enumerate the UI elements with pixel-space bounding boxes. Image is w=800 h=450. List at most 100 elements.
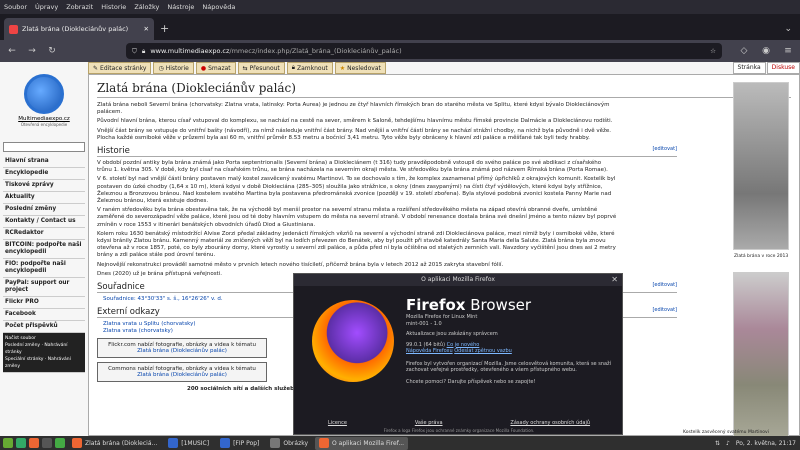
audio-icon — [168, 438, 179, 448]
close-icon[interactable]: ✕ — [611, 274, 618, 286]
commons-link[interactable]: Zlatá brána (Diokleciánův palác) — [101, 372, 263, 378]
hamburger-menu-icon[interactable]: ≡ — [782, 46, 794, 56]
app-menubar: Soubor Úpravy Zobrazit Historie Záložky … — [0, 0, 800, 14]
account-icon[interactable]: ◉ — [760, 46, 772, 56]
network-icon[interactable]: ⇅ — [715, 440, 720, 447]
sidebar-item-press[interactable]: Tiskové zprávy — [3, 180, 85, 192]
lock-icon[interactable]: 🔒︎ — [142, 47, 145, 56]
dialog-body: Firefox Browser Mozilla Firefox for Linu… — [406, 296, 616, 385]
menu-history[interactable]: Historie — [101, 3, 126, 11]
sidebar-item-paypal[interactable]: PayPal: support our project — [3, 278, 85, 297]
show-desktop-icon[interactable] — [16, 438, 26, 448]
menu-edit[interactable]: Úpravy — [35, 3, 58, 11]
tab-strip: Zlatá brána (Diokleciánův palác) ✕ + ⌄ — [0, 14, 800, 40]
page-actions: ✎ Editace stránky ◷ Historie ● Smazat ⇆ Přes… — [88, 62, 800, 74]
intro-paragraph-1: Zlatá brána neboli Severní brána (chorva… — [97, 102, 610, 116]
sidebar-item-flickr[interactable]: Flickr PRO — [3, 297, 85, 309]
commons-box: Commons nabízí fotografie, obrázky a vid… — [97, 362, 267, 383]
about-text: Firefox byl vytvořen organizací Mozilla.… — [406, 360, 612, 374]
task-music[interactable]: [1MUSIC] — [164, 437, 213, 450]
action-protect[interactable]: 🔒︎ Zamknout — [286, 62, 333, 74]
menu-help[interactable]: Nápověda — [202, 3, 235, 11]
sidebar-item-recent[interactable]: Poslední změny — [3, 204, 85, 216]
shield-icon[interactable]: ⛉ — [132, 47, 137, 56]
close-tab-icon[interactable]: ✕ — [144, 25, 149, 33]
edit-ext-link[interactable]: [editovat] — [652, 307, 677, 317]
action-edit[interactable]: ✎ Editace stránky — [88, 62, 152, 74]
brand-title: Firefox Browser — [406, 296, 532, 314]
sidebar-item-facebook[interactable]: Facebook — [3, 309, 85, 321]
firefox-icon — [72, 438, 82, 448]
version-text: 99.0.1 (64 bitů) — [406, 341, 446, 348]
feedback-link[interactable]: Odeslat zpětnou vazbu — [454, 348, 512, 354]
help-link[interactable]: Nápověda Firefoxu — [406, 348, 453, 354]
task-about-dialog[interactable]: O aplikaci Mozilla Firef... — [315, 436, 409, 450]
licence-link[interactable]: Licence — [328, 420, 347, 426]
intro-paragraph-3: Vnější část brány se vstupuje do vnitřní… — [97, 127, 612, 141]
history-paragraph-3: V raném středověku byla brána obestavěna… — [97, 207, 617, 228]
sidebar-item-rcredaktor[interactable]: RCRedaktor — [3, 228, 85, 240]
dialog-title: O aplikaci Mozilla Firefox — [421, 276, 495, 283]
privacy-link[interactable]: Zásady ochrany osobních údajů — [510, 420, 590, 426]
address-bar[interactable]: ⛉ 🔒︎ www.multimediaexpo.cz/mmecz/index.p… — [126, 43, 722, 59]
sidebar-nav: Hlavní strana Encyklopedie Tiskové zpráv… — [3, 156, 85, 373]
edit-history-link[interactable]: [editovat] — [652, 146, 677, 156]
task-firefox[interactable]: Zlatá brána (Diokleciá... — [68, 437, 161, 450]
back-icon[interactable]: ← — [6, 46, 18, 56]
url-path: /mmecz/index.php/Zlatá_brána_(Dioklecián… — [229, 47, 402, 55]
reload-icon[interactable]: ↻ — [46, 46, 58, 56]
list-tabs-icon[interactable]: ⌄ — [784, 24, 792, 34]
recent-changes-link[interactable]: Poslední změny — [5, 343, 40, 348]
folder-icon — [270, 438, 281, 448]
task-images[interactable]: Obrázky — [266, 437, 312, 450]
dialog-titlebar: O aplikaci Mozilla Firefox ✕ — [294, 274, 622, 286]
tab-page[interactable]: Stránka — [732, 62, 766, 74]
action-history[interactable]: ◷ Historie — [153, 62, 194, 74]
os-taskbar: Zlatá brána (Diokleciá... [1MUSIC] [FIP … — [0, 436, 800, 450]
dialog-footer: Licence Vaše práva Zásady ochrany osobní… — [294, 420, 624, 426]
gate-photo-thumbnail[interactable] — [733, 82, 789, 250]
menu-tools[interactable]: Nástroje — [167, 3, 194, 11]
special-pages-link[interactable]: Speciální stránky — [5, 357, 43, 362]
terminal-icon[interactable] — [42, 438, 52, 448]
clock[interactable]: Po, 2. května, 21:17 — [736, 440, 796, 447]
church-photo-thumbnail[interactable] — [733, 272, 789, 436]
action-move[interactable]: ⇆ Přesunout — [237, 62, 285, 74]
sidebar-item-news[interactable]: Aktuality — [3, 192, 85, 204]
rights-link[interactable]: Vaše práva — [415, 420, 443, 426]
system-tray: ⇅ ♪ Po, 2. května, 21:17 — [715, 440, 800, 447]
task-fip[interactable]: [FIP Pop] — [216, 437, 263, 450]
menu-bookmarks[interactable]: Záložky — [134, 3, 159, 11]
sidebar-item-main[interactable]: Hlavní strana — [3, 156, 85, 168]
menu-view[interactable]: Zobrazit — [66, 3, 93, 11]
sidebar-item-fio[interactable]: FIO: podpořte naši encyklopedii — [3, 259, 85, 278]
sidebar-item-contact[interactable]: Kontakty / Contact us — [3, 216, 85, 228]
history-paragraph-1: V období pozdní antiky byla brána známá … — [97, 160, 608, 174]
edit-coord-link[interactable]: [editovat] — [652, 282, 677, 292]
tab-discussion[interactable]: Diskuse — [766, 62, 800, 74]
forward-icon[interactable]: → — [26, 46, 38, 56]
site-logo[interactable]: Multimediaexpo.cz Otevřená encyklopedie — [2, 66, 86, 134]
browser-tab[interactable]: Zlatá brána (Diokleciánův palác) ✕ — [4, 18, 154, 40]
action-delete[interactable]: ● Smazat — [195, 62, 236, 74]
volume-icon[interactable]: ♪ — [726, 440, 730, 447]
sidebar-item-contributions[interactable]: Počet přispěvků — [3, 321, 85, 333]
files-icon[interactable] — [55, 438, 65, 448]
upload-link[interactable]: Načíst soubor — [5, 336, 36, 341]
bookmark-star-icon[interactable]: ☆ — [710, 47, 716, 55]
intro-paragraph-2: Původní hlavní brána, kterou císař vstup… — [97, 118, 613, 125]
menu-icon[interactable] — [3, 438, 13, 448]
section-history: Historie [editovat] — [97, 146, 677, 158]
move-icon: ⇆ — [242, 64, 248, 72]
pocket-icon[interactable]: ◇ — [738, 46, 750, 56]
history-paragraph-4: Kolem roku 1630 benátský místodržící Alv… — [97, 230, 616, 259]
action-unwatch[interactable]: ★ Nesledovat — [334, 62, 386, 74]
sidebar-item-encyclopedia[interactable]: Encyklopedie — [3, 168, 85, 180]
search-input[interactable] — [3, 142, 85, 152]
firefox-launcher-icon[interactable] — [29, 438, 39, 448]
new-tab-icon[interactable]: + — [160, 22, 169, 35]
flickr-link[interactable]: Zlatá brána (Diokleciánův palác) — [101, 348, 263, 354]
menu-file[interactable]: Soubor — [4, 3, 27, 11]
whats-new-link[interactable]: Co je nového — [447, 342, 480, 348]
sidebar-item-bitcoin[interactable]: BITCOIN: podpořte naši encyklopedii — [3, 240, 85, 259]
